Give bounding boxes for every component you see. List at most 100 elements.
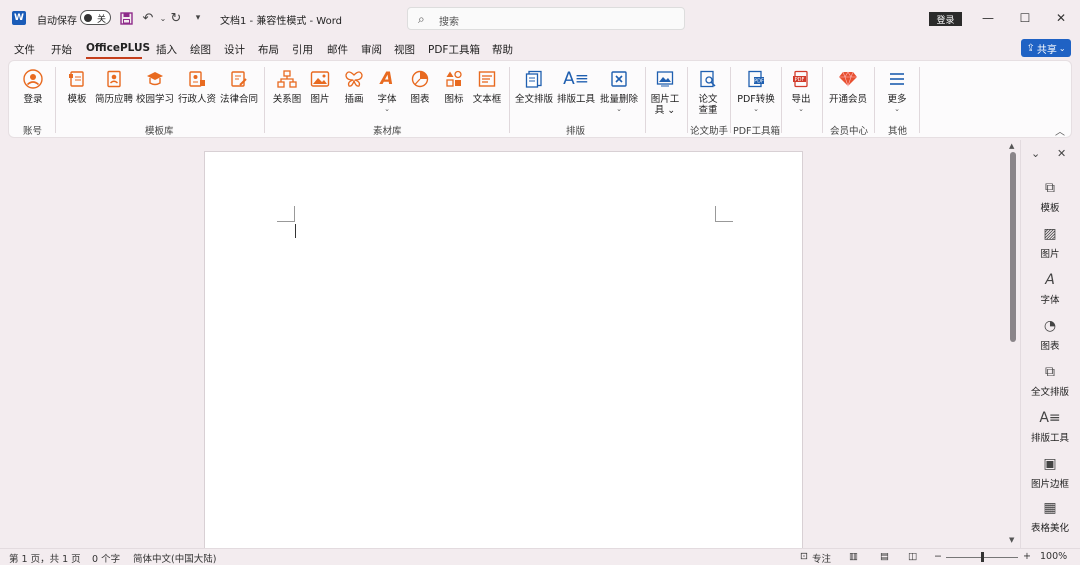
ribbon: 登录 账号 模板 简历应聘 校园学习 行政人资 法律合同 模板库 关系图 图片 … <box>8 60 1072 138</box>
share-button[interactable]: ⇪ 共享 ⌄ <box>1021 39 1071 57</box>
side-item-label: 全文排版 <box>1030 387 1069 398</box>
picture-label: 图片 <box>310 94 330 105</box>
side-item-table-beautify[interactable]: ▦ 表格美化 <box>1021 500 1079 548</box>
word-count[interactable]: 0 个字 <box>92 551 120 565</box>
zoom-level[interactable]: 100% <box>1040 551 1067 562</box>
pdf-convert-icon: PDF <box>745 68 767 90</box>
full-layout-icon <box>523 68 545 90</box>
scroll-down-icon[interactable]: ▼ <box>1009 536 1014 544</box>
pie-chart-icon <box>409 68 431 90</box>
side-item-full-layout[interactable]: ⧉ 全文排版 <box>1021 364 1079 398</box>
collapse-ribbon-icon[interactable]: ︿ <box>1055 123 1065 138</box>
autosave-toggle[interactable]: 关 <box>80 10 111 25</box>
panel-close-icon[interactable]: ✕ <box>1057 147 1066 160</box>
focus-mode-label[interactable]: 专注 <box>812 551 831 565</box>
side-item-layout-tool[interactable]: A≡ 排版工具 <box>1021 410 1079 444</box>
group-layout: 排版 <box>566 126 586 137</box>
picture-tools-icon <box>654 68 676 90</box>
picture-tools-button[interactable]: 图片工 具 ⌄ <box>645 68 685 116</box>
active-tab-indicator <box>86 57 142 59</box>
batch-delete-icon <box>608 68 630 90</box>
side-item-templates[interactable]: ⧉ 模板 <box>1021 180 1079 214</box>
paper-check-icon <box>697 68 719 90</box>
document-page[interactable] <box>204 151 803 551</box>
chevron-down-icon: ⌄ <box>753 105 759 113</box>
tab-officeplus[interactable]: OfficePLUS <box>86 42 150 54</box>
paper-check-button[interactable]: 论文 查重 <box>688 68 728 116</box>
batch-delete-button[interactable]: 批量删除 ⌄ <box>599 68 639 113</box>
search-icon: ⌕ <box>418 12 425 26</box>
web-layout-icon[interactable]: ◫ <box>908 551 917 562</box>
textbox-button[interactable]: 文本框 <box>467 68 507 105</box>
paper-label-1: 论文 <box>698 94 718 105</box>
minimize-icon[interactable]: — <box>978 9 998 27</box>
resume-button[interactable]: 简历应聘 <box>94 68 134 105</box>
contract-button[interactable]: 法律合同 <box>219 68 259 105</box>
login-button[interactable]: 登录 <box>929 12 962 26</box>
tab-view[interactable]: 视图 <box>394 42 415 57</box>
group-member: 会员中心 <box>830 126 869 137</box>
undo-icon[interactable]: ↶ <box>140 10 156 26</box>
pdf-convert-button[interactable]: PDF PDF转换 ⌄ <box>736 68 776 113</box>
print-layout-icon[interactable]: ▤ <box>880 551 889 562</box>
toggle-knob <box>84 14 92 22</box>
contract-label: 法律合同 <box>219 94 258 105</box>
search-box[interactable]: ⌕ 搜索 <box>407 7 685 30</box>
campus-button[interactable]: 校园学习 <box>135 68 175 105</box>
read-mode-icon[interactable]: ▥ <box>849 551 858 562</box>
tab-file[interactable]: 文件 <box>14 42 35 57</box>
side-item-label: 排版工具 <box>1030 433 1069 444</box>
diamond-icon <box>837 68 859 90</box>
side-item-font[interactable]: A 字体 <box>1021 272 1079 306</box>
customize-chevron-icon[interactable]: ▾ <box>190 10 206 26</box>
tab-insert[interactable]: 插入 <box>156 42 177 57</box>
login-ribbon-button[interactable]: 登录 <box>13 68 53 105</box>
chevron-down-icon: ⌄ <box>798 105 804 113</box>
admin-icon <box>186 68 208 90</box>
side-item-picture-border[interactable]: ▣ 图片边框 <box>1021 456 1079 490</box>
picture-icon <box>309 68 331 90</box>
full-layout-button[interactable]: 全文排版 <box>514 68 554 105</box>
user-icon <box>22 68 44 90</box>
vip-label: 开通会员 <box>828 94 867 105</box>
admin-hr-button[interactable]: 行政人资 <box>177 68 217 105</box>
open-vip-button[interactable]: 开通会员 <box>828 68 868 105</box>
templates-button[interactable]: 模板 <box>57 68 97 105</box>
tab-help[interactable]: 帮助 <box>492 42 513 57</box>
redo-icon[interactable]: ↻ <box>168 10 184 26</box>
zoom-slider-thumb[interactable] <box>981 552 984 562</box>
group-paper-helper: 论文助手 <box>690 126 729 137</box>
more-button[interactable]: 更多 ⌄ <box>877 68 917 113</box>
tab-layout[interactable]: 布局 <box>258 42 279 57</box>
panel-collapse-chevron-icon[interactable]: ⌄ <box>1031 147 1040 160</box>
export-label: 导出 <box>791 94 811 105</box>
close-icon[interactable]: ✕ <box>1051 9 1071 27</box>
tab-design[interactable]: 设计 <box>224 42 245 57</box>
shapes-icon <box>443 68 465 90</box>
scroll-thumb[interactable] <box>1010 152 1016 342</box>
zoom-out-button[interactable]: − <box>934 551 942 562</box>
side-item-label: 图表 <box>1040 341 1060 352</box>
layout-tool-button[interactable]: A≡ 排版工具 <box>556 68 596 105</box>
side-item-chart[interactable]: ◔ 图表 <box>1021 318 1079 352</box>
save-icon[interactable] <box>118 10 134 26</box>
side-item-picture[interactable]: ▨ 图片 <box>1021 226 1079 260</box>
language[interactable]: 简体中文(中国大陆) <box>133 551 216 565</box>
page-count[interactable]: 第 1 页，共 1 页 <box>9 551 81 565</box>
focus-mode-icon[interactable]: ⊡ <box>800 551 808 562</box>
tab-pdf-toolbox[interactable]: PDF工具箱 <box>428 42 480 57</box>
tab-home[interactable]: 开始 <box>51 42 72 57</box>
zoom-in-button[interactable]: + <box>1023 551 1031 562</box>
chevron-down-icon: ⌄ <box>894 105 900 113</box>
svg-text:PDF: PDF <box>795 77 805 83</box>
export-button[interactable]: PDF 导出 ⌄ <box>781 68 821 113</box>
tab-review[interactable]: 审阅 <box>361 42 382 57</box>
maximize-icon[interactable]: ☐ <box>1015 9 1035 27</box>
vertical-scrollbar[interactable]: ▲ ▼ <box>1008 140 1018 548</box>
separator <box>874 67 875 133</box>
tab-references[interactable]: 引用 <box>292 42 313 57</box>
tab-draw[interactable]: 绘图 <box>190 42 211 57</box>
scroll-up-icon[interactable]: ▲ <box>1009 142 1014 150</box>
butterfly-icon <box>343 68 365 90</box>
tab-mailings[interactable]: 邮件 <box>327 42 348 57</box>
